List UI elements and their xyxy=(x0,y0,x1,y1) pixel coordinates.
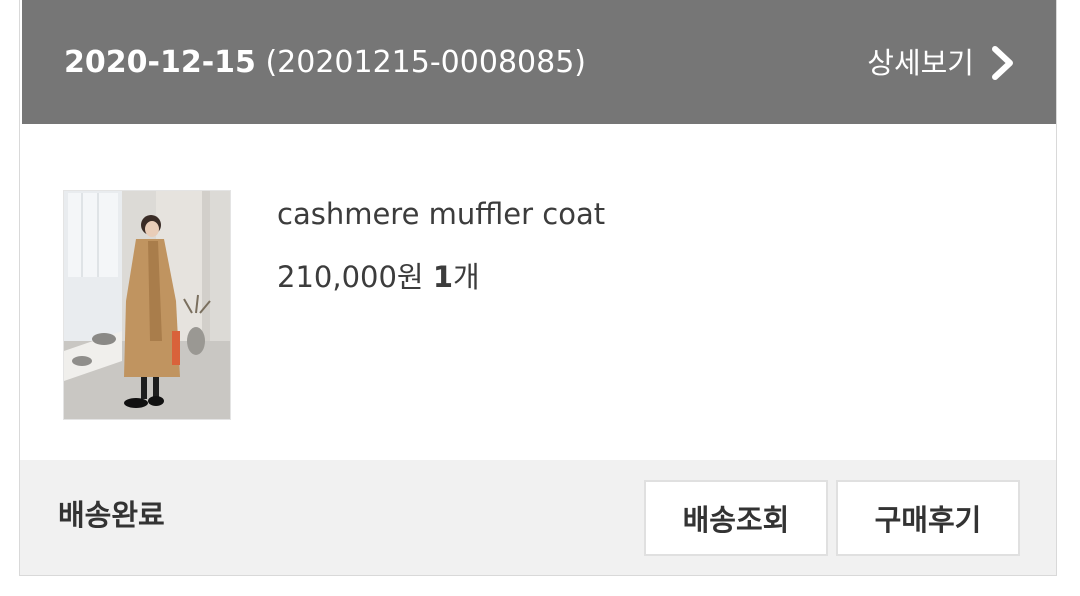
write-review-button[interactable]: 구매후기 xyxy=(836,480,1020,556)
product-price: 210,000원 xyxy=(277,260,424,294)
product-image[interactable] xyxy=(63,190,231,420)
order-info: 2020-12-15 (20201215-0008085) xyxy=(64,44,586,82)
order-card: 2020-12-15 (20201215-0008085) 상세보기 cashm… xyxy=(19,0,1057,576)
product-name[interactable]: cashmere muffler coat xyxy=(277,195,605,233)
product-quantity-unit: 개 xyxy=(453,260,480,294)
delivery-status: 배송완료 xyxy=(58,498,165,532)
order-date: 2020-12-15 xyxy=(64,45,256,80)
view-details-label: 상세보기 xyxy=(867,46,974,80)
product-price-quantity: 210,000원 1개 xyxy=(277,258,480,296)
track-delivery-button[interactable]: 배송조회 xyxy=(644,480,828,556)
order-header: 2020-12-15 (20201215-0008085) 상세보기 xyxy=(22,0,1056,124)
order-footer: 배송완료 배송조회 구매후기 xyxy=(20,460,1056,575)
coat-photo xyxy=(64,191,230,419)
product-quantity: 1 xyxy=(432,260,454,294)
order-item: cashmere muffler coat 210,000원 1개 xyxy=(20,127,1056,460)
view-details-link[interactable]: 상세보기 xyxy=(867,40,1016,86)
chevron-right-icon xyxy=(992,46,1013,80)
order-number: (20201215-0008085) xyxy=(265,45,586,80)
